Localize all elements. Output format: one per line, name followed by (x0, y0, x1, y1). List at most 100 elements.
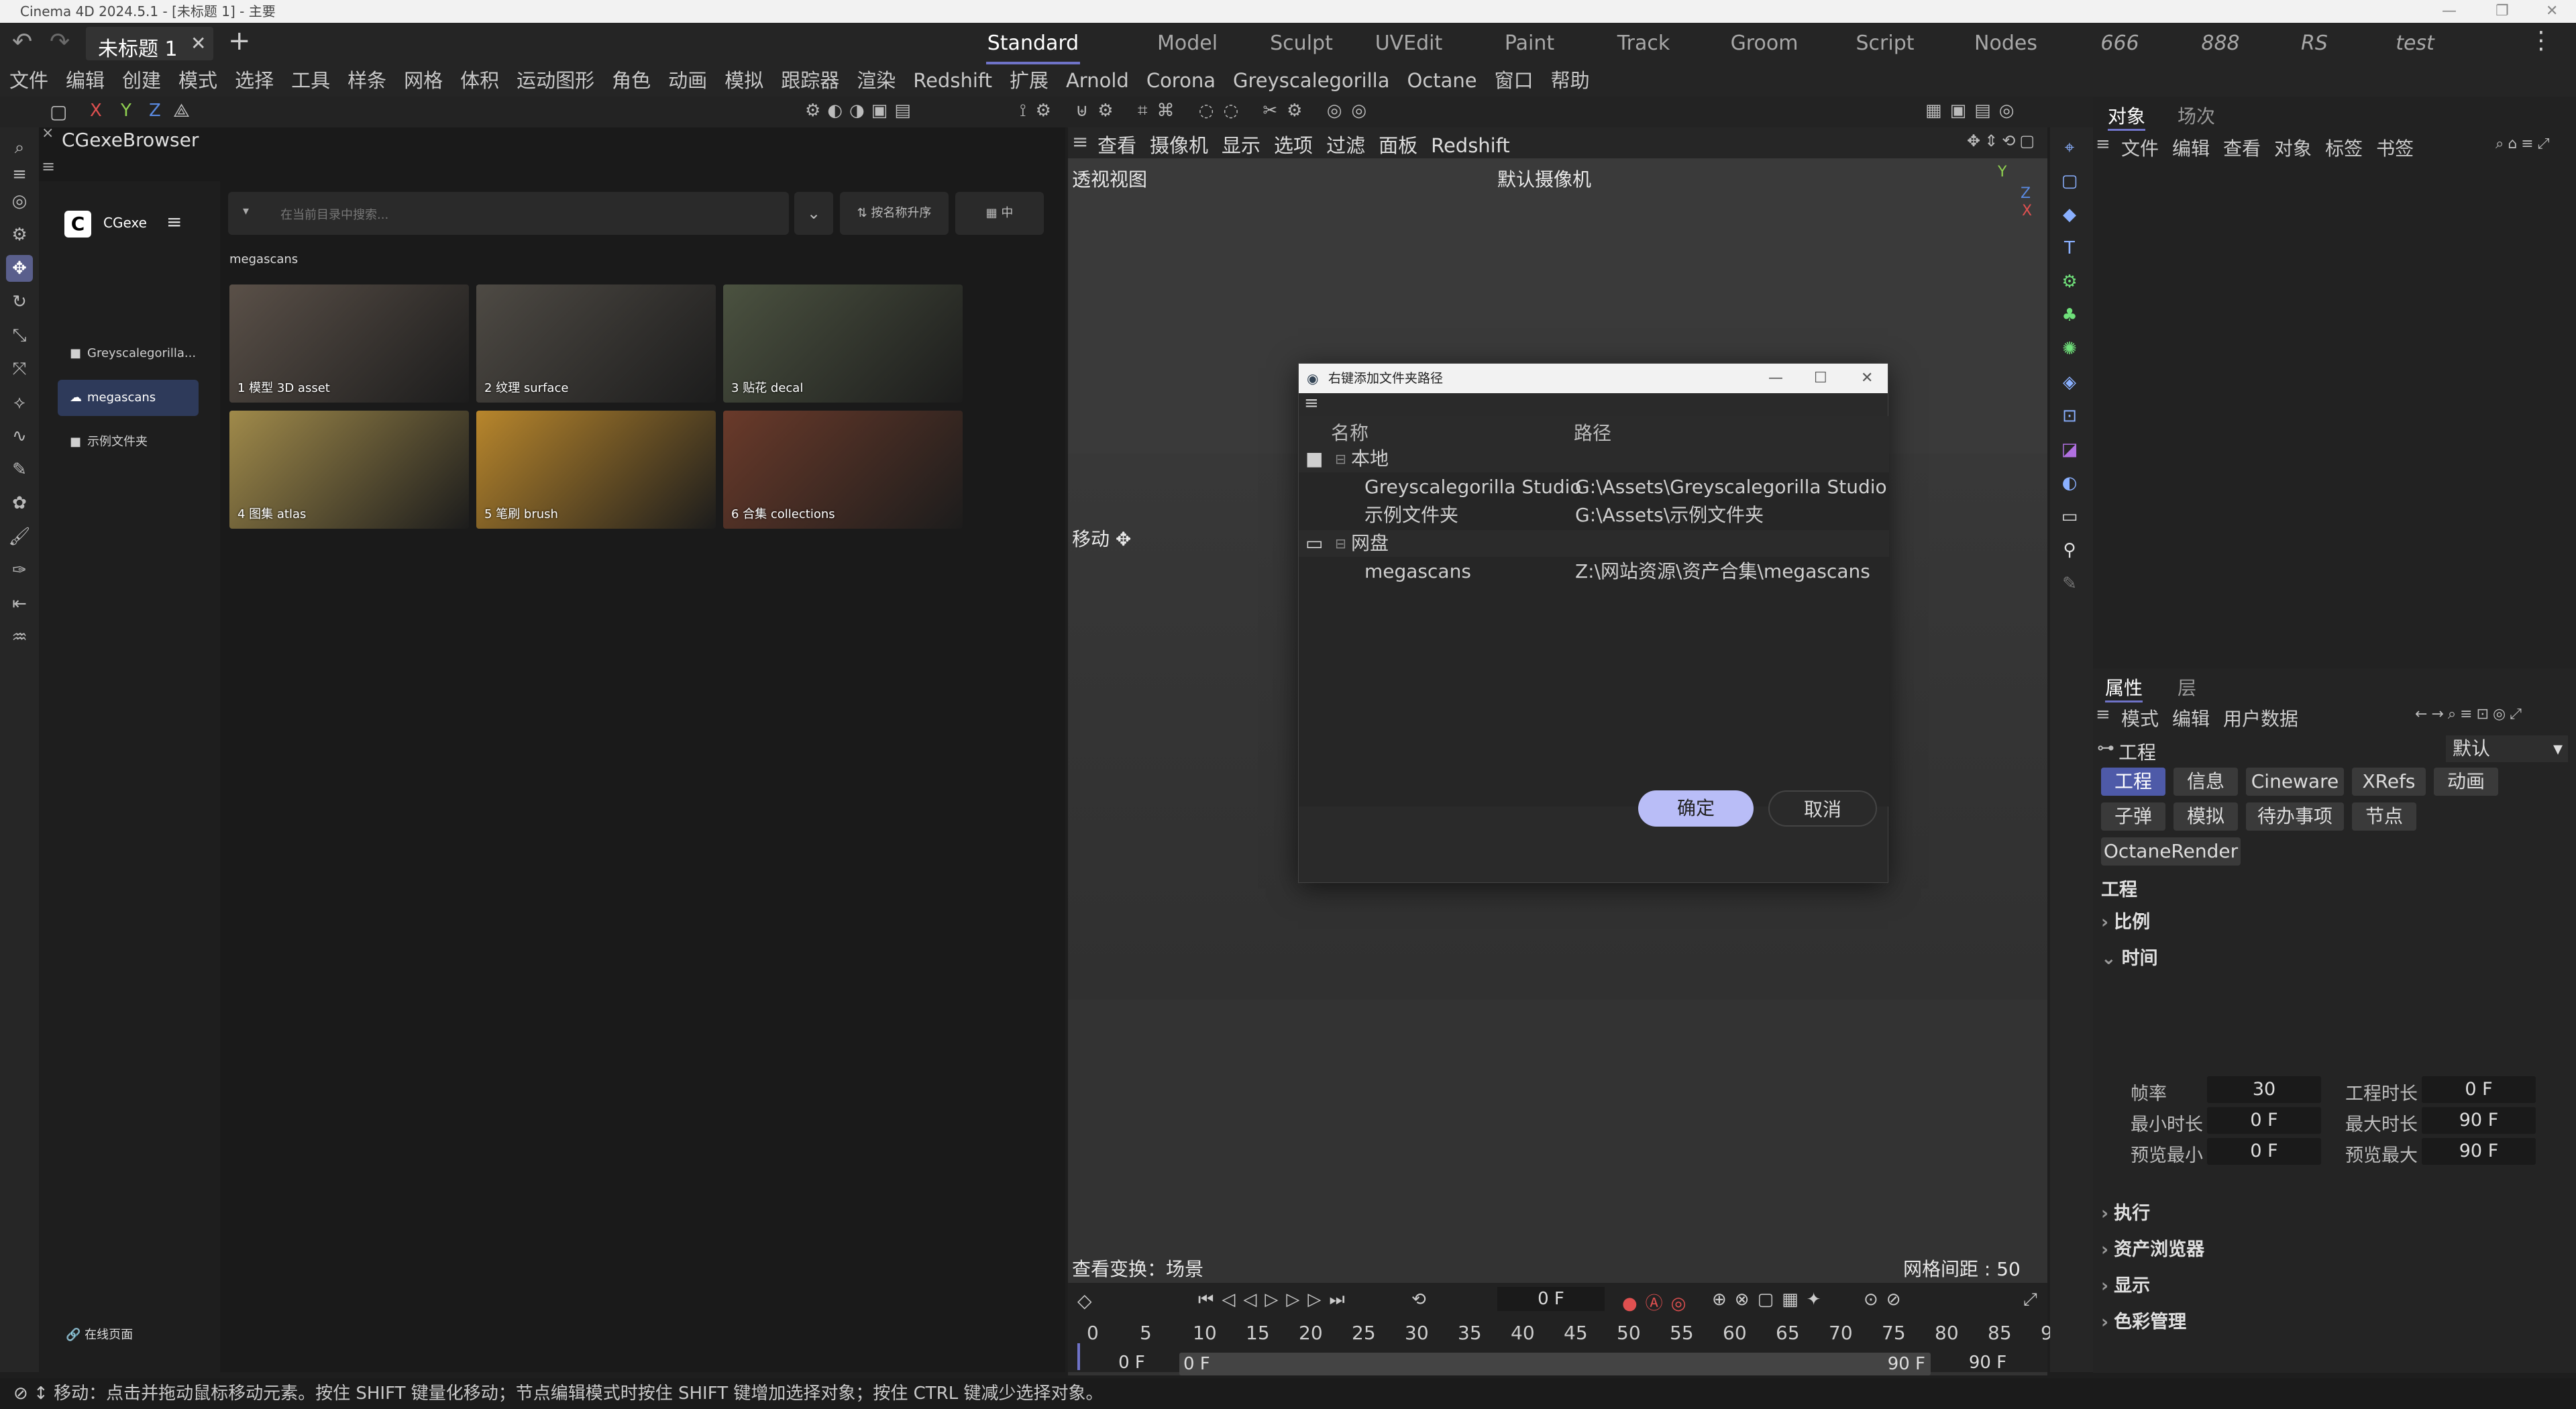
tree-item-row[interactable]: 示例文件夹 G:\Assets\示例文件夹 (1299, 502, 1889, 529)
asset-thumbnail[interactable]: 5 笔刷 brush (476, 411, 716, 529)
objects-menu-icon[interactable]: ≡ (2096, 134, 2110, 154)
layout-tab[interactable]: UVEdit (1362, 23, 1456, 64)
render-view-tools[interactable]: ▦▣▤◎ (1925, 101, 2039, 123)
live-select-icon[interactable]: ⚙ (6, 221, 33, 248)
layout-tab[interactable]: Model (1140, 23, 1234, 64)
null-object-icon[interactable]: ▢ (2056, 168, 2083, 195)
axis-z-button[interactable]: Z (149, 101, 161, 121)
sidebar-folder-item[interactable]: ■ Greyscalegorilla... (58, 335, 199, 372)
layout-tab[interactable]: Sculpt (1254, 23, 1348, 64)
menu-item[interactable]: 网格 (404, 64, 443, 97)
cube-icon[interactable]: ◆ (2056, 201, 2083, 228)
layout-tab[interactable]: Standard (986, 23, 1080, 64)
menu-item[interactable]: 创建 (122, 64, 161, 97)
range-slider[interactable]: 0 F 90 F (1179, 1353, 1931, 1375)
measure-tool-icon[interactable]: ⇤ (6, 590, 33, 617)
menu-item[interactable]: 编辑 (66, 64, 105, 97)
playhead[interactable] (1077, 1343, 1080, 1370)
sidebar-folder-item[interactable]: ☁ megascans (58, 380, 199, 416)
redo-icon[interactable]: ↷ (50, 28, 70, 56)
search-scope-dropdown-icon[interactable]: ▾ (243, 204, 249, 218)
online-page-link[interactable]: 🔗 在线页面 (66, 1325, 133, 1343)
camera-label[interactable]: 默认摄像机 (1497, 165, 1591, 192)
viewport-menu-item[interactable]: 摄像机 (1150, 130, 1208, 158)
cloner-icon[interactable]: ♣ (2056, 302, 2083, 329)
dialog-maximize-icon[interactable]: ☐ (1814, 364, 1827, 393)
viewport-menu-icon[interactable]: ≡ (1072, 130, 1088, 153)
viewport-nav-icons[interactable]: ✥⇕⟲▢ (1967, 132, 2039, 150)
dialog-minimize-icon[interactable]: — (1768, 364, 1783, 393)
objects-menu-item[interactable]: 查看 (2223, 134, 2261, 161)
axis-y-button[interactable]: Y (121, 101, 131, 121)
light-icon[interactable]: ⚲ (2056, 537, 2083, 564)
menu-item[interactable]: 模式 (178, 64, 217, 97)
objects-menu-item[interactable]: 对象 (2274, 134, 2312, 161)
rotate-tool-icon[interactable]: ↻ (6, 289, 33, 315)
scale-tool-icon[interactable]: ⤡ (6, 322, 33, 349)
confirm-button[interactable]: 确定 (1638, 790, 1754, 827)
fps-field[interactable]: 30 (2207, 1076, 2321, 1103)
deformer-icon[interactable]: ◈ (2056, 369, 2083, 396)
menu-item[interactable]: 选择 (235, 64, 274, 97)
edit-icon[interactable]: ✎ (2056, 570, 2083, 597)
viewport-menu-item[interactable]: 选项 (1274, 130, 1313, 158)
asset-thumbnail[interactable]: 2 纹理 surface (476, 284, 716, 403)
menu-item[interactable]: 工具 (291, 64, 330, 97)
layout-tab[interactable]: 888 (2174, 23, 2267, 64)
search-input[interactable]: ▾ 在当前目录中搜索... (228, 192, 789, 235)
viewport-menu-item[interactable]: 查看 (1097, 130, 1136, 158)
menu-item[interactable]: 扩展 (1010, 64, 1049, 97)
attribute-section-header[interactable]: › 色彩管理 (2101, 1307, 2186, 1333)
effector-icon[interactable]: ✺ (2056, 335, 2083, 362)
asset-thumbnail[interactable]: 1 模型 3D asset (229, 284, 469, 403)
menu-item[interactable]: 动画 (668, 64, 707, 97)
panel-menu-icon[interactable]: ≡ (42, 157, 55, 176)
move-tool-icon[interactable]: ✥ (6, 255, 33, 282)
sidebar-menu-icon[interactable]: ≡ (166, 211, 182, 233)
snap-tool-icon[interactable]: ⟡ (6, 389, 33, 416)
environment-icon[interactable]: ◐ (2056, 470, 2083, 497)
cancel-button[interactable]: 取消 (1768, 790, 1877, 827)
menu-item[interactable]: 角色 (612, 64, 651, 97)
layout-tab[interactable]: Nodes (1959, 23, 2053, 64)
knife-tool-icon[interactable]: ✑ (6, 557, 33, 584)
objects-menu-item[interactable]: 标签 (2325, 134, 2363, 161)
camera-icon[interactable]: ▭ (2056, 503, 2083, 530)
snap-tools[interactable]: ⟟⚙ ⊎⚙ ⌗⌘ ◌◌ ✂⚙ ◎◎ (1020, 101, 1422, 123)
render-tools[interactable]: ⚙◐◑▣▤ (805, 101, 1006, 123)
coordinate-system-icon[interactable]: ⟁ (173, 99, 190, 122)
view-size-button[interactable]: ▦ 中 (955, 192, 1044, 235)
sculpt-tool-icon[interactable]: ✿ (6, 490, 33, 517)
generator-icon[interactable]: ⚙ (2056, 268, 2083, 295)
transform-tool-icon[interactable]: ⤧ (6, 356, 33, 382)
menu-item[interactable]: 样条 (347, 64, 386, 97)
field-icon[interactable]: ⊡ (2056, 403, 2083, 429)
asset-thumbnail[interactable]: 3 贴花 decal (723, 284, 963, 403)
add-tab-icon[interactable]: + (228, 25, 251, 56)
preview-max-field[interactable]: 90 F (2422, 1138, 2536, 1165)
brush-tool-icon[interactable]: 🖌 (6, 523, 33, 550)
layout-tab[interactable]: Script (1838, 23, 1932, 64)
min-time-field[interactable]: 0 F (2207, 1107, 2321, 1134)
pointer-icon[interactable]: ⌖ (2056, 134, 2083, 161)
asset-thumbnail[interactable]: 6 合集 collections (723, 411, 963, 529)
menu-item[interactable]: Arnold (1066, 64, 1129, 97)
tab-takes[interactable]: 场次 (2178, 102, 2215, 129)
layout-tab[interactable]: test (2368, 23, 2462, 64)
maximize-icon[interactable]: ❐ (2496, 0, 2509, 23)
range-start-field[interactable]: 0 F (1095, 1353, 1169, 1375)
viewport-menu-item[interactable]: 过滤 (1326, 130, 1365, 158)
attribute-section-header[interactable]: › 资产浏览器 (2101, 1235, 2204, 1261)
minimize-icon[interactable]: — (2442, 0, 2457, 23)
menu-item[interactable]: 体积 (460, 64, 499, 97)
spline-tool-icon[interactable]: ∿ (6, 423, 33, 450)
attribute-section-header[interactable]: › 比例 (2101, 907, 2150, 933)
preview-min-field[interactable]: 0 F (2207, 1138, 2321, 1165)
more-menu-icon[interactable]: ⋮ (2529, 27, 2553, 54)
attribute-section-header[interactable]: › 执行 (2101, 1198, 2150, 1224)
menu-item[interactable]: 文件 (9, 64, 48, 97)
duration-field[interactable]: 0 F (2422, 1076, 2536, 1103)
sidebar-folder-item[interactable]: ■ 示例文件夹 (58, 424, 199, 460)
tree-group-row[interactable]: ▭ ⊟ 网盘 (1299, 530, 1889, 557)
search-icon[interactable]: ⌕ (6, 134, 33, 161)
